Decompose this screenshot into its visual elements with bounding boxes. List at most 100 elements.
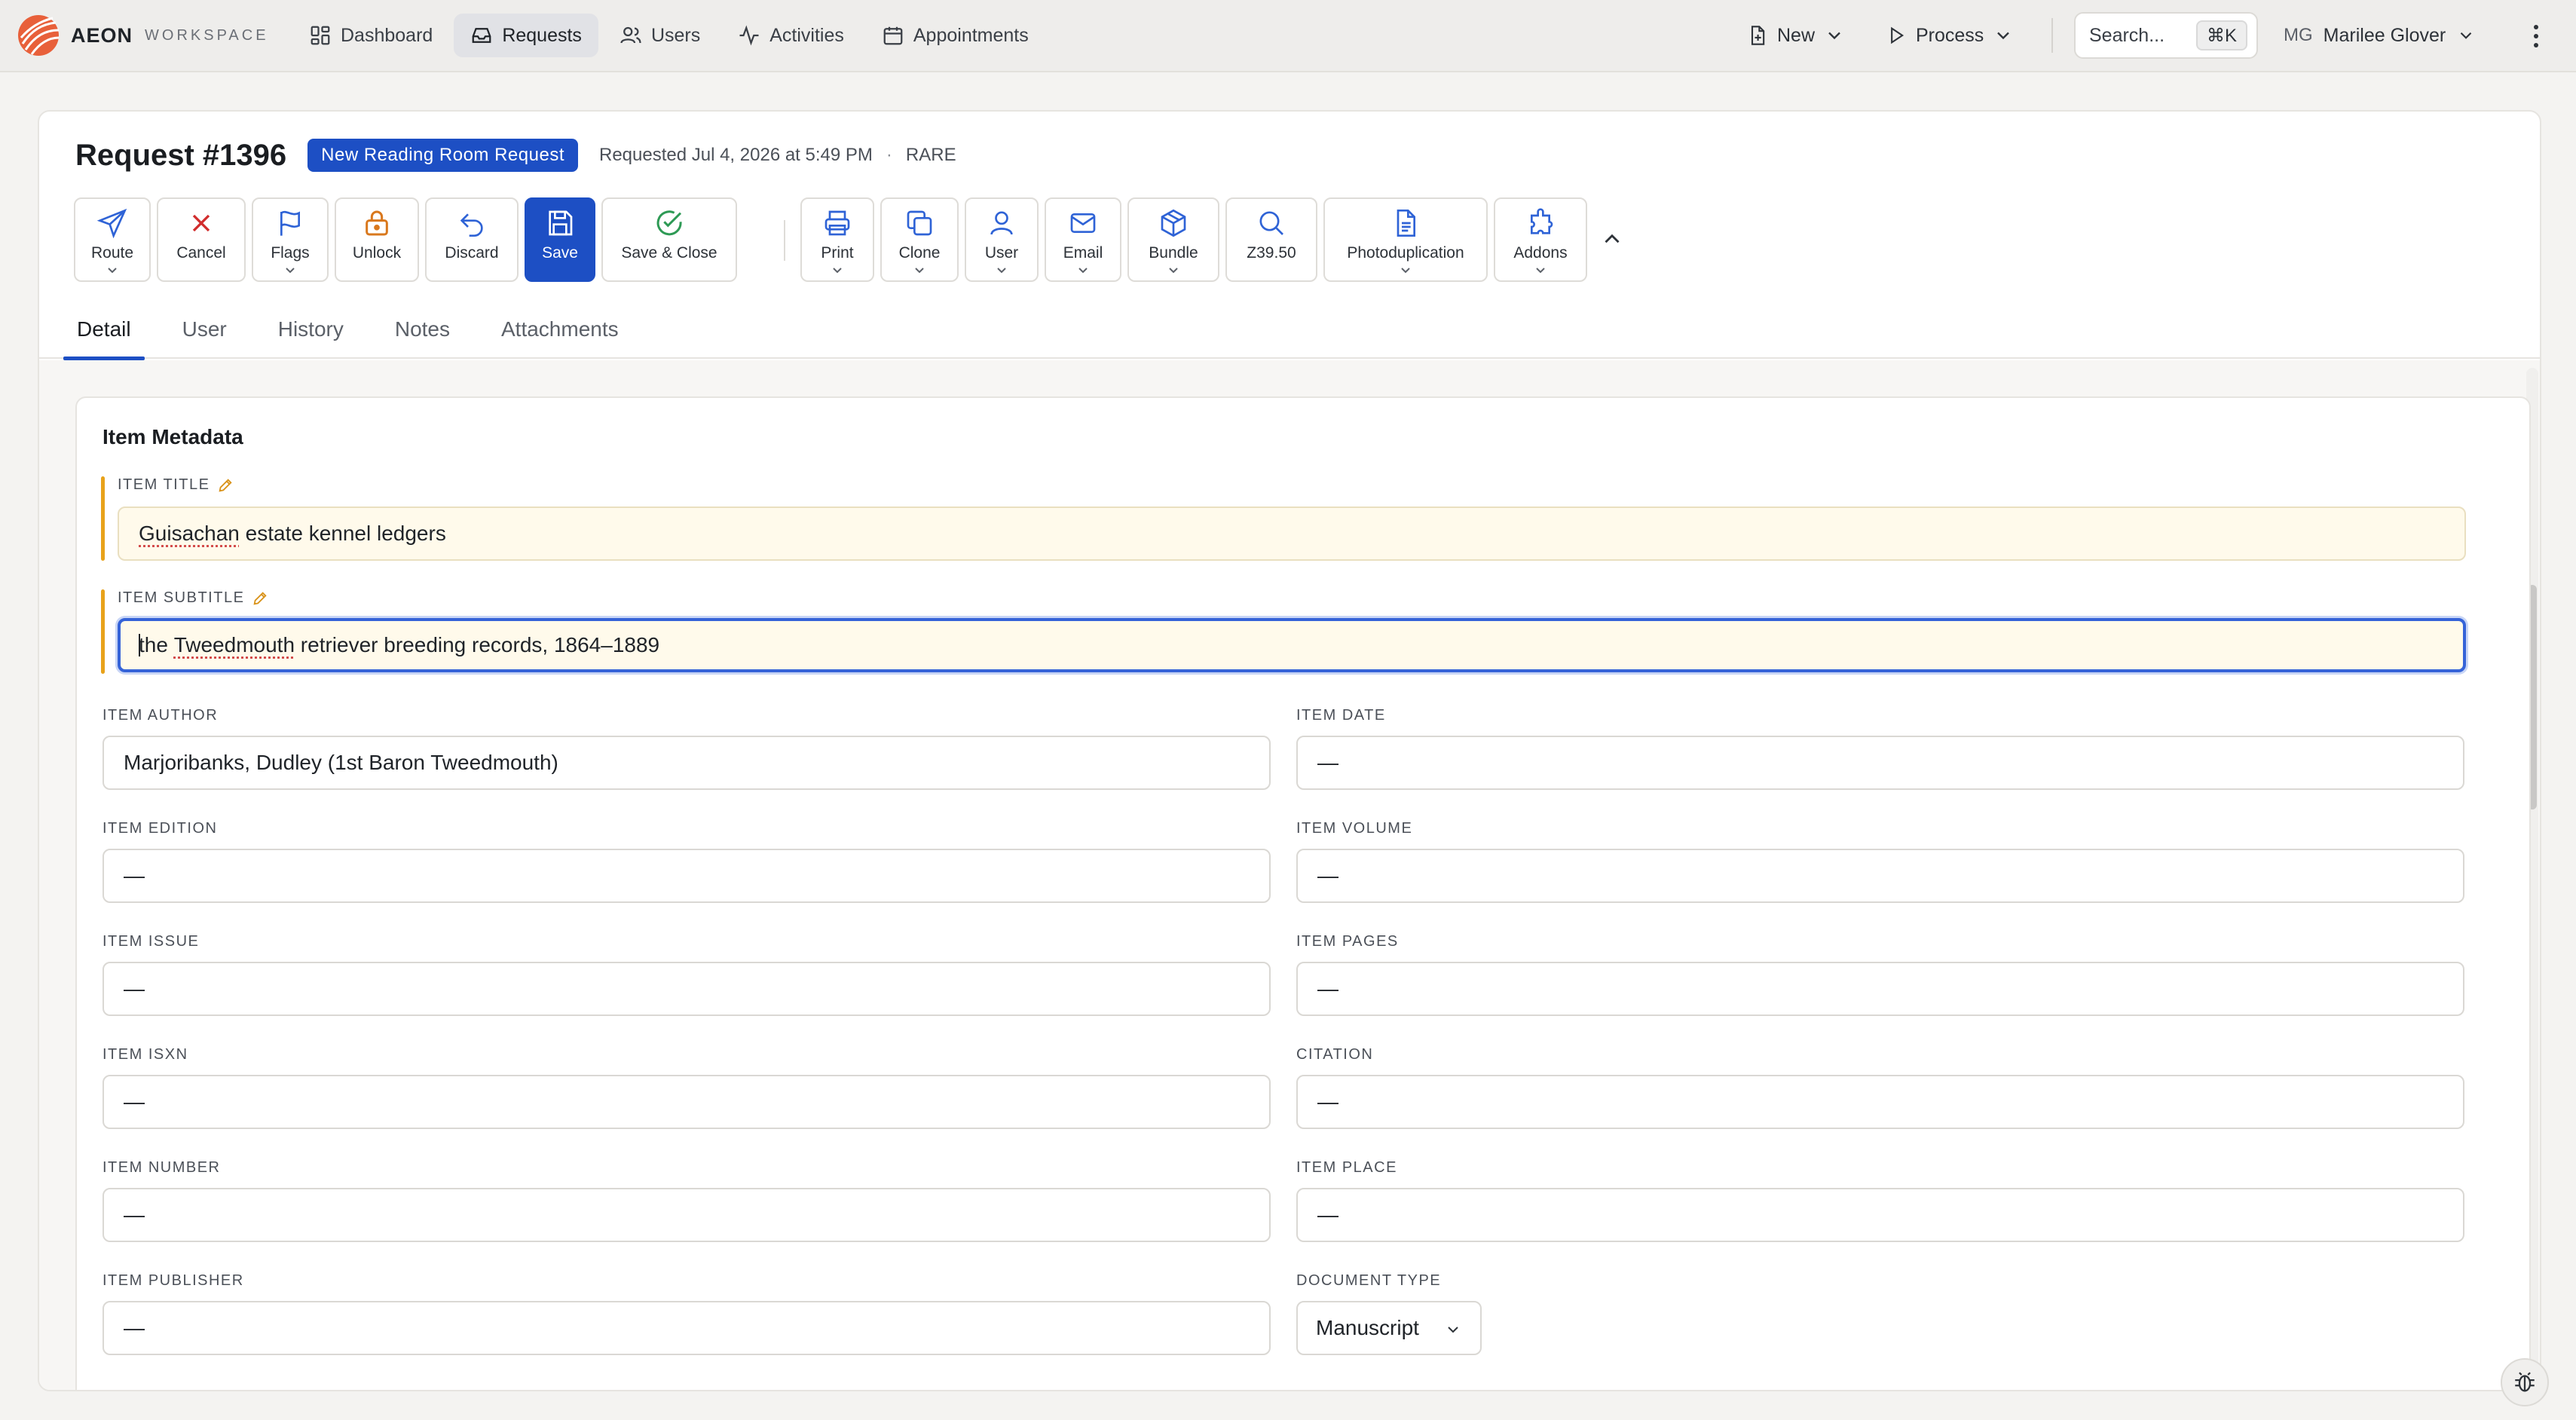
tab-notes[interactable]: Notes (381, 300, 463, 359)
nav-item-users[interactable]: Users (603, 14, 717, 57)
unlock-button[interactable]: Unlock (335, 197, 419, 282)
user-menu[interactable]: MG Marilee Glover (2284, 14, 2476, 57)
edited-indicator (101, 476, 105, 561)
item-title-label-text: ITEM TITLE (118, 476, 210, 493)
process-menu[interactable]: Process (1872, 14, 2027, 57)
debug-button[interactable] (2501, 1358, 2549, 1406)
citation-label: CITATION (1296, 1046, 1374, 1063)
route-button[interactable]: Route (74, 197, 151, 282)
nav-item-requests[interactable]: Requests (454, 14, 598, 57)
more-vertical-icon[interactable] (2525, 21, 2547, 51)
tab-history[interactable]: History (265, 300, 357, 359)
edited-indicator (101, 589, 105, 674)
item-place-field[interactable]: — (1296, 1188, 2464, 1242)
nav-item-activities[interactable]: Activities (721, 14, 861, 57)
meta-separator: · (886, 145, 892, 165)
nav-label-users: Users (650, 24, 701, 46)
cancel-button[interactable]: Cancel (157, 197, 246, 282)
citation-field[interactable]: — (1296, 1075, 2464, 1129)
discard-label: Discard (445, 244, 499, 262)
save-label: Save (542, 244, 578, 262)
email-label: Email (1063, 244, 1103, 262)
request-card: Request #1396 New Reading Room Request R… (38, 110, 2541, 1391)
item-metadata-section: Item Metadata ITEM TITLE Guisachan estat… (75, 396, 2531, 1390)
user-button[interactable]: User (965, 197, 1039, 282)
toolbar-divider (784, 220, 785, 261)
user-icon (987, 208, 1017, 238)
chevron-down-icon (913, 265, 926, 276)
item-issue-field[interactable]: — (102, 962, 1271, 1016)
unlock-label: Unlock (352, 244, 402, 262)
new-label: New (1777, 24, 1816, 46)
route-label: Route (90, 244, 134, 262)
calendar-icon (882, 24, 904, 47)
item-pages-field[interactable]: — (1296, 962, 2464, 1016)
item-pages-label: ITEM PAGES (1296, 933, 1399, 950)
request-header: Request #1396 New Reading Room Request R… (75, 133, 956, 178)
save-close-button[interactable]: Save & Close (601, 197, 737, 282)
cancel-label: Cancel (176, 244, 226, 262)
flags-button[interactable]: Flags (252, 197, 329, 282)
printer-icon (822, 208, 852, 238)
item-subtitle-value-c: retriever breeding records, 1864–1889 (295, 633, 660, 656)
item-place-label: ITEM PLACE (1296, 1159, 1397, 1176)
item-volume-label: ITEM VOLUME (1296, 820, 1413, 837)
global-search[interactable]: Search... ⌘K (2074, 12, 2258, 59)
item-edition-field[interactable]: — (102, 849, 1271, 903)
request-type-badge: New Reading Room Request (307, 139, 578, 172)
item-title-field[interactable]: Guisachan estate kennel ledgers (118, 506, 2466, 561)
z3950-label: Z39.50 (1247, 244, 1296, 262)
close-icon (186, 208, 216, 238)
print-button[interactable]: Print (800, 197, 874, 282)
process-button[interactable]: Process (1872, 14, 2027, 57)
aeon-logo-icon (17, 14, 60, 57)
email-button[interactable]: Email (1045, 197, 1121, 282)
new-button[interactable]: New (1733, 14, 1859, 57)
brand-subtitle: WORKSPACE (145, 26, 269, 44)
chevron-up-icon[interactable] (1599, 226, 1625, 252)
z3950-button[interactable]: Z39.50 (1225, 197, 1317, 282)
pencil-icon (252, 590, 268, 607)
item-number-field[interactable]: — (102, 1188, 1271, 1242)
item-publisher-field[interactable]: — (102, 1301, 1271, 1355)
item-isxn-field[interactable]: — (102, 1075, 1271, 1129)
clone-button[interactable]: Clone (880, 197, 959, 282)
item-title-value: estate kennel ledgers (239, 522, 446, 545)
search-shortcut-badge: ⌘K (2195, 20, 2247, 50)
bundle-label: Bundle (1149, 244, 1198, 262)
addons-button[interactable]: Addons (1494, 197, 1587, 282)
user-name: Marilee Glover (2323, 24, 2446, 46)
search-icon (1256, 208, 1286, 238)
item-volume-field[interactable]: — (1296, 849, 2464, 903)
tab-detail[interactable]: Detail (63, 300, 145, 360)
document-type-select[interactable]: Manuscript (1296, 1301, 1482, 1355)
new-document-icon (1747, 25, 1768, 46)
tab-user[interactable]: User (169, 300, 240, 359)
item-number-label: ITEM NUMBER (102, 1159, 221, 1176)
new-menu[interactable]: New (1733, 14, 1859, 57)
nav-label-requests: Requests (502, 24, 582, 46)
item-author-field[interactable]: Marjoribanks, Dudley (1st Baron Tweedmou… (102, 736, 1271, 790)
tab-attachments[interactable]: Attachments (488, 300, 632, 359)
save-button[interactable]: Save (525, 197, 595, 282)
top-navigation-bar: AEON WORKSPACE Dashboard Requests Users (0, 0, 2576, 72)
item-issue-label: ITEM ISSUE (102, 933, 200, 950)
item-author-label: ITEM AUTHOR (102, 707, 219, 724)
chevron-down-icon (283, 265, 297, 276)
nav-item-appointments[interactable]: Appointments (865, 14, 1045, 57)
item-subtitle-field[interactable]: the Tweedmouth retriever breeding record… (118, 618, 2466, 672)
bundle-button[interactable]: Bundle (1127, 197, 1219, 282)
chevron-down-icon (995, 265, 1008, 276)
mail-icon (1068, 208, 1098, 238)
discard-button[interactable]: Discard (425, 197, 519, 282)
copy-icon (904, 208, 935, 238)
brand[interactable]: AEON WORKSPACE (17, 11, 269, 60)
package-icon (1158, 208, 1189, 238)
photoduplication-button[interactable]: Photoduplication (1323, 197, 1488, 282)
nav-item-dashboard[interactable]: Dashboard (292, 14, 449, 57)
document-type-value: Manuscript (1316, 1316, 1419, 1339)
send-icon (97, 208, 127, 238)
check-circle-icon (654, 208, 684, 238)
request-timestamp: Requested Jul 4, 2026 at 5:49 PM (598, 145, 873, 165)
item-date-field[interactable]: — (1296, 736, 2464, 790)
